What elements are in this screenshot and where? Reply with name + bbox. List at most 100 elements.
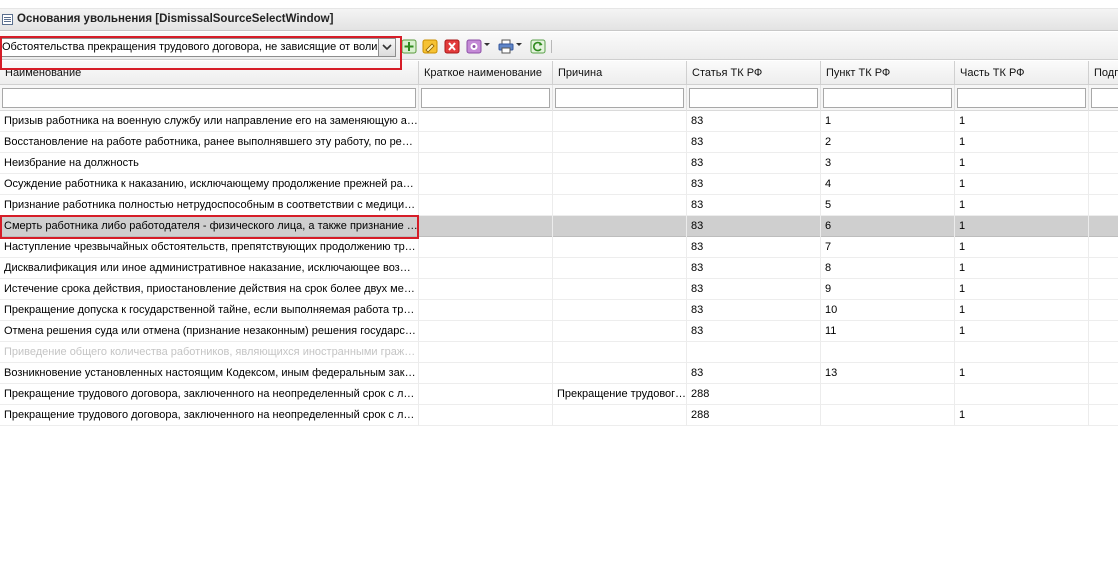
filter-cell-part [955,85,1089,111]
cell-item: 10 [821,300,955,321]
cell-reason [553,216,687,237]
cell-reason [553,153,687,174]
refresh-button[interactable] [530,39,546,54]
add-button[interactable] [401,39,417,54]
cell-article: 83 [687,279,821,300]
cell-item [821,405,955,426]
top-strip [0,0,1118,9]
column-header-sub[interactable]: Подп [1089,61,1118,85]
cell-short-name [419,300,553,321]
cell-reason [553,132,687,153]
cell-article: 83 [687,216,821,237]
window-titlebar: Основания увольнения [DismissalSourceSel… [0,9,1118,31]
cell-sub [1089,300,1118,321]
cell-short-name [419,216,553,237]
cell-short-name [419,237,553,258]
cell-article: 83 [687,321,821,342]
table-row[interactable]: Возникновение установленных настоящим Ко… [0,363,1118,384]
column-header-reason[interactable]: Причина [553,61,687,85]
table-row[interactable]: Приведение общего количества работников,… [0,342,1118,363]
edit-button[interactable] [422,39,438,54]
table-row[interactable]: Истечение срока действия, приостановлени… [0,279,1118,300]
cell-item: 8 [821,258,955,279]
settings-button[interactable] [466,39,482,54]
filter-input-item[interactable] [823,88,952,108]
column-header-name[interactable]: Наименование [0,61,419,85]
filter-cell-sub [1089,85,1118,111]
column-header-item[interactable]: Пункт ТК РФ [821,61,955,85]
cell-short-name [419,321,553,342]
delete-button[interactable] [444,39,460,54]
filter-cell-short-name [419,85,553,111]
column-header-article[interactable]: Статья ТК РФ [687,61,821,85]
filter-row [0,85,1118,111]
cell-short-name [419,195,553,216]
cell-part: 1 [955,153,1089,174]
cell-item: 5 [821,195,955,216]
cell-part: 1 [955,321,1089,342]
cell-article: 83 [687,111,821,132]
table-row[interactable]: Осуждение работника к наказанию, исключа… [0,174,1118,195]
cell-short-name [419,363,553,384]
table-row[interactable]: Отмена решения суда или отмена (признани… [0,321,1118,342]
cell-article: 83 [687,258,821,279]
cell-article: 83 [687,132,821,153]
cell-reason [553,258,687,279]
print-button[interactable] [498,39,514,54]
window-title: Основания увольнения [DismissalSourceSel… [17,13,334,25]
table-row[interactable]: Восстановление на работе работника, ране… [0,132,1118,153]
cell-sub [1089,174,1118,195]
filter-input-part[interactable] [957,88,1086,108]
cell-short-name [419,132,553,153]
red-x-icon [444,39,460,54]
filter-input-sub[interactable] [1091,88,1118,108]
cell-name: Смерть работника либо работодателя - физ… [0,216,419,237]
cell-part: 1 [955,258,1089,279]
cell-item: 9 [821,279,955,300]
table-row[interactable]: Смерть работника либо работодателя - физ… [0,216,1118,237]
cell-reason [553,300,687,321]
cell-item: 1 [821,111,955,132]
table-row[interactable]: Дисквалификация или иное административно… [0,258,1118,279]
column-header-part[interactable]: Часть ТК РФ [955,61,1089,85]
cell-short-name [419,384,553,405]
cell-sub [1089,195,1118,216]
cell-name: Наступление чрезвычайных обстоятельств, … [0,237,419,258]
filter-input-short-name[interactable] [421,88,550,108]
green-plus-icon [401,39,417,54]
cell-part: 1 [955,195,1089,216]
cell-article: 83 [687,363,821,384]
cell-article: 83 [687,174,821,195]
cell-name: Осуждение работника к наказанию, исключа… [0,174,419,195]
cell-reason [553,405,687,426]
cell-reason [553,111,687,132]
table-row[interactable]: Неизбрание на должность 83 3 1 [0,153,1118,174]
cell-sub [1089,216,1118,237]
table-row[interactable]: Прекращение трудового договора, заключен… [0,405,1118,426]
cell-item: 13 [821,363,955,384]
cell-part [955,384,1089,405]
combo-dropdown-button[interactable] [378,39,395,56]
toolbar: Обстоятельства прекращения трудового дог… [0,32,1118,60]
table-row[interactable]: Прекращение трудового договора, заключен… [0,384,1118,405]
cell-short-name [419,279,553,300]
print-dropdown-arrow[interactable] [516,43,522,46]
table-row[interactable]: Прекращение допуска к государственной та… [0,300,1118,321]
cell-sub [1089,132,1118,153]
table-row[interactable]: Наступление чрезвычайных обстоятельств, … [0,237,1118,258]
table-row[interactable]: Признание работника полностью нетрудоспо… [0,195,1118,216]
filter-cell-item [821,85,955,111]
column-header-short-name[interactable]: Краткое наименование [419,61,553,85]
settings-dropdown-arrow[interactable] [484,43,490,46]
cell-part [955,342,1089,363]
dismissal-category-select[interactable]: Обстоятельства прекращения трудового дог… [0,38,396,57]
cell-sub [1089,405,1118,426]
filter-input-name[interactable] [2,88,416,108]
filter-input-reason[interactable] [555,88,684,108]
table-row[interactable]: Призыв работника на военную службу или н… [0,111,1118,132]
cell-reason [553,195,687,216]
cell-part: 1 [955,111,1089,132]
cell-part: 1 [955,300,1089,321]
filter-input-article[interactable] [689,88,818,108]
grid-header: Наименование Краткое наименование Причина С… [0,61,1118,85]
